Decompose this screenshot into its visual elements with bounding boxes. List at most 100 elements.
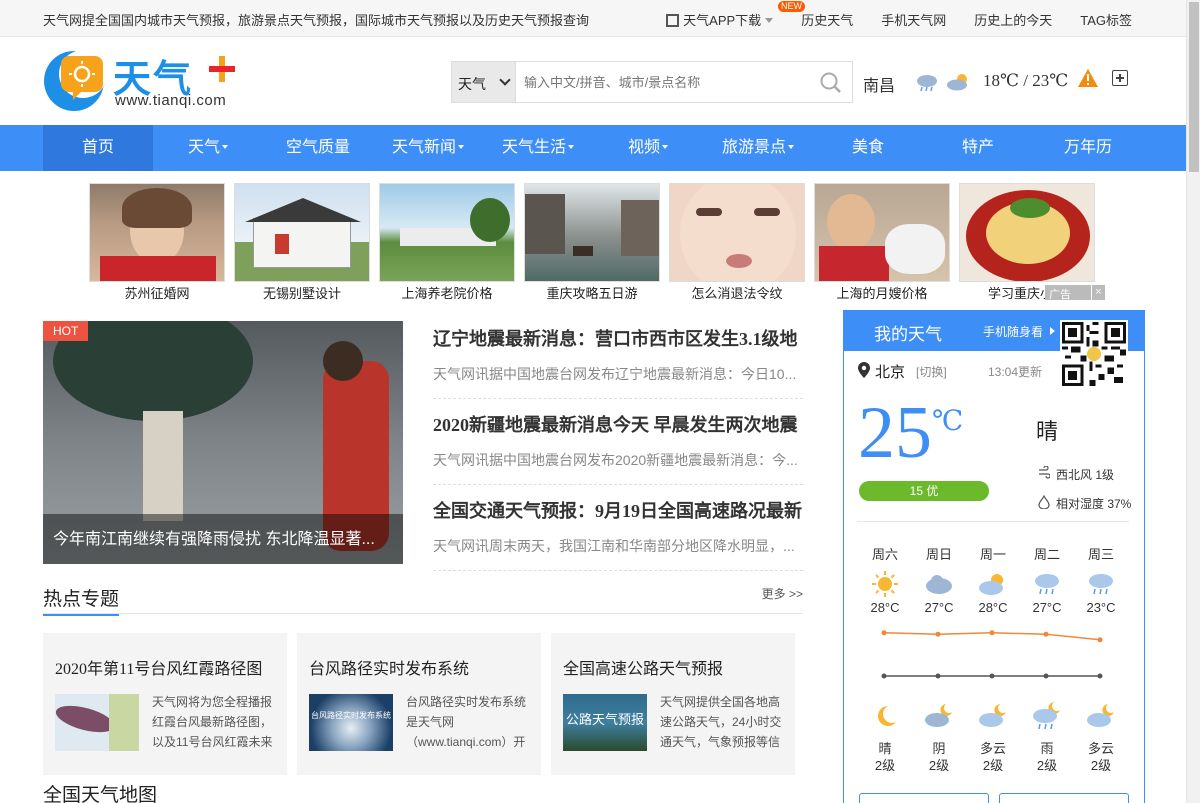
- high-temp-line-point: [1043, 631, 1049, 637]
- forecast-high: 28°C: [870, 600, 900, 615]
- topic-card[interactable]: 全国高速公路天气预报 公路天气预报 天气网提供全国各地高速公路天气，24小时交通…: [551, 633, 795, 775]
- ad-card[interactable]: 学习重庆小面: [959, 183, 1095, 301]
- forecast-day: 周一 28°C: [973, 544, 1013, 615]
- panel-button[interactable]: [999, 793, 1129, 803]
- nav-item-weather-news[interactable]: 天气新闻: [373, 125, 483, 171]
- topic-description: 天气网将为您全程播报红霞台风最新路径图，以及11号台风红霞未来: [152, 695, 273, 749]
- news-title[interactable]: 全国交通天气预报：9月19日全国高速路况最新: [433, 497, 803, 523]
- forecast-night: 晴 2级: [865, 702, 905, 774]
- switch-city-link[interactable]: [切换]: [916, 363, 947, 380]
- more-link[interactable]: 更多 >>: [762, 585, 803, 602]
- nav-item-video[interactable]: 视频: [593, 125, 703, 171]
- ad-card[interactable]: 上海的月嫂价格: [814, 183, 950, 301]
- night-condition: 阴: [932, 741, 946, 756]
- current-condition: 晴: [1036, 419, 1059, 444]
- qr-code-icon: [666, 14, 680, 27]
- news-item[interactable]: 辽宁地震最新消息：营口市西市区发生3.1级地 天气网讯据中国地震台网发布辽宁地震…: [433, 325, 803, 399]
- topic-description: 天气网提供全国各地高速公路天气，24小时交通天气，气象预报等信: [660, 695, 782, 749]
- topic-card[interactable]: 2020年第11号台风红霞路径图 天气网将为您全程播报红霞台风最新路径图，以及1…: [43, 633, 287, 775]
- site-intro: 天气网提全国国内城市天气预报，旅游景点天气预报，国际城市天气预报以及历史天气预报…: [43, 13, 590, 28]
- ad-card[interactable]: 重庆攻略五日游: [524, 183, 660, 301]
- map-section-title: 全国天气地图: [43, 785, 158, 803]
- nav-item-food[interactable]: 美食: [813, 125, 923, 171]
- hot-badge: HOT: [43, 321, 89, 341]
- site-logo[interactable]: 天气 www.tianqi.com: [43, 48, 243, 112]
- night-wind: 2级: [928, 758, 950, 773]
- forecast-high: 27°C: [924, 600, 954, 615]
- ad-image: [379, 183, 515, 282]
- news-summary: 天气网讯据中国地震台网发布辽宁地震最新消息：今日10...: [433, 366, 797, 382]
- ad-image: [814, 183, 950, 282]
- feature-title: 今年南江南继续有强降雨侵扰 东北降温显著...: [53, 531, 375, 548]
- warning-icon[interactable]: [1077, 68, 1099, 88]
- hot-feature[interactable]: HOT 今年南江南继续有强降雨侵扰 东北降温显著...: [43, 321, 403, 564]
- ad-card[interactable]: 无锡别墅设计: [234, 183, 370, 301]
- wind-info: 西北风 1级: [1056, 468, 1115, 482]
- humidity-info: 相对湿度 37%: [1056, 497, 1132, 511]
- app-download-link[interactable]: 天气APP下载: [666, 10, 774, 29]
- ad-image: [234, 183, 370, 282]
- news-item[interactable]: 2020新疆地震最新消息今天 早晨发生两次地震 天气网讯据中国地震台网发布202…: [433, 411, 803, 485]
- close-icon[interactable]: ×: [1091, 285, 1105, 300]
- nav-item-travel[interactable]: 旅游景点: [703, 125, 813, 171]
- topic-image-text: 公路天气预报: [566, 712, 645, 727]
- temperature-trend-chart: [881, 630, 1103, 679]
- history-weather-link[interactable]: 历史天气: [801, 10, 853, 29]
- high-temp-line-point: [1097, 637, 1103, 643]
- night-wind: 2级: [982, 758, 1004, 773]
- night-wind: 2级: [874, 758, 896, 773]
- page-scrollbar[interactable]: [1186, 0, 1200, 803]
- history-today-link[interactable]: 历史上的今天: [974, 10, 1052, 29]
- search-bar: 天气: [451, 61, 853, 103]
- temperature-unit: ℃: [932, 406, 964, 437]
- chevron-down-icon: [662, 145, 668, 149]
- high-temp-line-point: [935, 631, 941, 637]
- ad-image: [89, 183, 225, 282]
- nav-item-air-quality[interactable]: 空气质量: [263, 125, 373, 171]
- low-temp-line-point: [935, 673, 941, 679]
- topic-title[interactable]: 2020年第11号台风红霞路径图: [55, 655, 262, 679]
- mobile-view-link[interactable]: 手机随身看: [983, 323, 1043, 340]
- topic-image: [55, 694, 139, 751]
- chevron-down-icon: [458, 145, 464, 149]
- panel-button[interactable]: [859, 793, 989, 803]
- nav-item-weather-life[interactable]: 天气生活: [483, 125, 593, 171]
- top-links: 天气APP下载 历史天气 手机天气网 历史上的今天 TAG标签: [638, 10, 1132, 29]
- topic-card[interactable]: 台风路径实时发布系统 台风路径实时发布系统 台风路径实时发布系统是天气网（www…: [297, 633, 541, 775]
- add-city-icon[interactable]: [1112, 70, 1128, 86]
- nav-item-home[interactable]: 首页: [43, 125, 153, 171]
- topics-section-header: 热点专题 更多 >>: [43, 584, 803, 616]
- news-summary: 天气网讯据中国地震台网发布2020新疆地震最新消息：今...: [433, 452, 798, 468]
- nav-item-calendar[interactable]: 万年历: [1033, 125, 1143, 171]
- search-input[interactable]: [518, 62, 808, 102]
- ad-label[interactable]: 广告 ×: [1045, 285, 1105, 301]
- scrollbar-thumb[interactable]: [1189, 2, 1199, 172]
- search-icon[interactable]: [820, 72, 842, 94]
- night-wind: 2级: [1036, 758, 1058, 773]
- mobile-weather-link[interactable]: 手机天气网: [881, 10, 946, 29]
- nav-item-specialty[interactable]: 特产: [923, 125, 1033, 171]
- nav-item-weather[interactable]: 天气: [153, 125, 263, 171]
- ad-caption: 无锡别墅设计: [262, 286, 341, 301]
- news-title[interactable]: 2020新疆地震最新消息今天 早晨发生两次地震: [433, 411, 803, 437]
- night-condition: 多云: [979, 741, 1006, 756]
- ad-card[interactable]: 苏州征婚网: [89, 183, 225, 301]
- tag-link[interactable]: TAG标签: [1080, 10, 1132, 29]
- news-item[interactable]: 全国交通天气预报：9月19日全国高速路况最新 天气网讯周末两天，我国江南和华南部…: [433, 497, 803, 571]
- header-city[interactable]: 南昌: [863, 72, 895, 96]
- aqi-badge[interactable]: 15 优: [859, 481, 989, 501]
- topic-title[interactable]: 全国高速公路天气预报: [563, 655, 723, 679]
- ad-image: [669, 183, 805, 282]
- partly-cloudy-icon: [947, 74, 967, 91]
- ad-card[interactable]: 上海养老院价格: [379, 183, 515, 301]
- forecast-day-label: 周六: [871, 547, 898, 562]
- topic-description: 台风路径实时发布系统是天气网（www.tianqi.com）开: [406, 695, 527, 749]
- chevron-down-icon: [788, 145, 794, 149]
- topic-title[interactable]: 台风路径实时发布系统: [309, 655, 469, 679]
- ad-card[interactable]: 怎么消退法令纹: [669, 183, 805, 301]
- news-title[interactable]: 辽宁地震最新消息：营口市西市区发生3.1级地: [433, 325, 803, 351]
- ad-caption: 上海的月嫂价格: [836, 286, 928, 301]
- forecast-day-label: 周一: [979, 547, 1006, 562]
- search-scope-select[interactable]: 天气: [452, 62, 516, 102]
- forecast-night: 雨 2级: [1027, 702, 1067, 774]
